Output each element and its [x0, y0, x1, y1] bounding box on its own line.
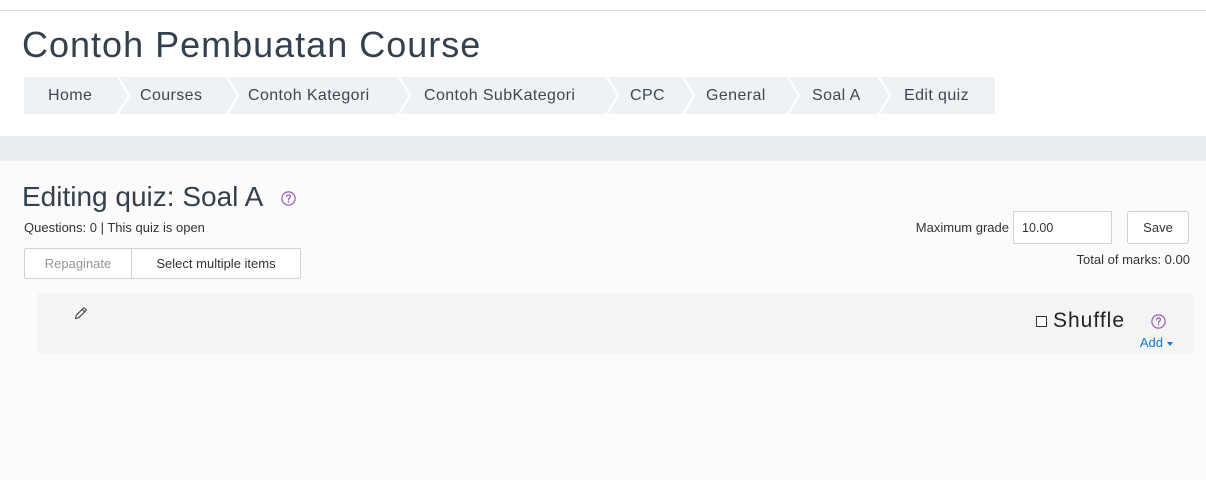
breadcrumb-item-subcategory[interactable]: Contoh SubKategori: [424, 77, 575, 114]
page: Contoh Pembuatan Course Home Courses Con…: [0, 0, 1206, 480]
breadcrumb-item-category[interactable]: Contoh Kategori: [248, 77, 370, 114]
chevron-right-icon: [682, 77, 696, 114]
save-button[interactable]: Save: [1127, 211, 1189, 244]
total-of-marks: Total of marks: 0.00: [1076, 252, 1190, 267]
page-header-band: [0, 136, 1206, 161]
page-title: Editing quiz: Soal A: [22, 181, 264, 212]
breadcrumb: Home Courses Contoh Kategori Contoh SubK…: [24, 77, 995, 114]
shuffle-checkbox[interactable]: [1036, 316, 1047, 327]
breadcrumb-item-quiz[interactable]: Soal A: [812, 77, 861, 114]
caret-down-icon: [1167, 342, 1173, 346]
repaginate-button[interactable]: Repaginate: [24, 248, 132, 279]
breadcrumb-item-home[interactable]: Home: [48, 77, 92, 114]
quiz-status-info: Questions: 0 | This quiz is open: [24, 220, 205, 235]
editing-quiz-help-icon[interactable]: [281, 191, 296, 206]
breadcrumb-item-courses[interactable]: Courses: [140, 77, 202, 114]
shuffle-label[interactable]: Shuffle: [1053, 309, 1125, 333]
select-multiple-items-button[interactable]: Select multiple items: [131, 248, 301, 279]
chevron-right-icon: [117, 77, 131, 114]
breadcrumb-item-edit-quiz[interactable]: Edit quiz: [904, 77, 969, 114]
maximum-grade-label: Maximum grade: [915, 220, 1009, 235]
chevron-right-icon: [787, 77, 801, 114]
chevron-right-icon: [878, 77, 892, 114]
maximum-grade-input[interactable]: [1013, 211, 1112, 244]
add-menu-link[interactable]: Add: [1140, 335, 1173, 351]
breadcrumb-item-course[interactable]: CPC: [630, 77, 665, 114]
chevron-right-icon: [398, 77, 412, 114]
add-label: Add: [1139, 335, 1163, 350]
quiz-section: [38, 293, 1193, 354]
chevron-right-icon: [226, 77, 240, 114]
chevron-right-icon: [606, 77, 620, 114]
shuffle-help-icon[interactable]: [1151, 314, 1166, 329]
pencil-icon[interactable]: [73, 306, 88, 321]
breadcrumb-item-section[interactable]: General: [706, 77, 766, 114]
top-divider: [0, 10, 1206, 11]
course-title: Contoh Pembuatan Course: [22, 24, 482, 65]
